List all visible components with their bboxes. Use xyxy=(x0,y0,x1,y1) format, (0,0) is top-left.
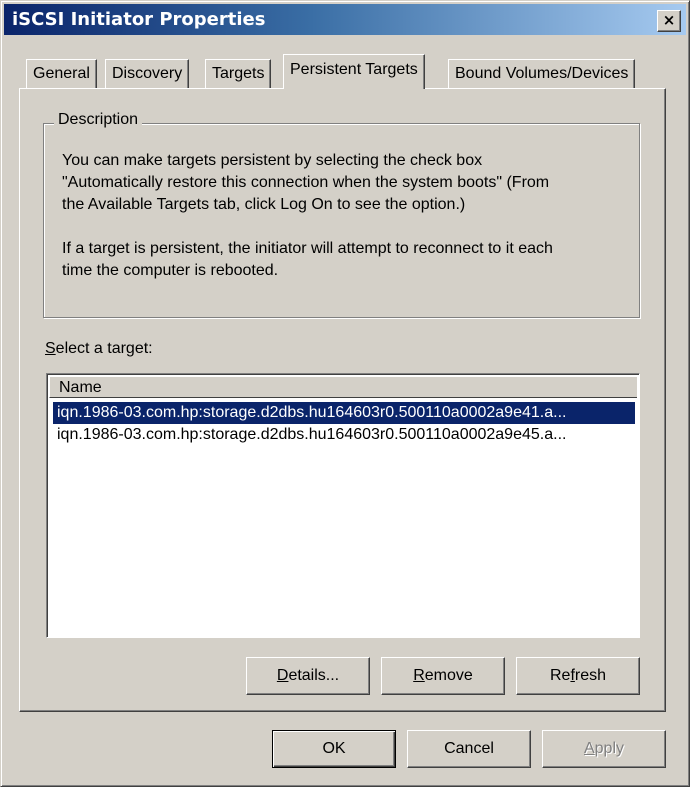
target-list[interactable]: Name iqn.1986-03.com.hp:storage.d2dbs.hu… xyxy=(46,373,640,638)
select-target-label: Select a target: xyxy=(45,340,153,358)
target-list-item-2[interactable]: iqn.1986-03.com.hp:storage.d2dbs.hu16460… xyxy=(53,424,635,446)
apply-mnemonic: A xyxy=(583,740,595,757)
refresh-label-pre: Re xyxy=(549,667,571,684)
cancel-label: Cancel xyxy=(444,740,494,757)
close-button[interactable]: × xyxy=(657,10,681,32)
window-title: iSCSI Initiator Properties xyxy=(12,9,266,30)
apply-label-rest: pply xyxy=(594,740,625,757)
remove-mnemonic: R xyxy=(413,667,425,684)
details-label-rest: etails... xyxy=(288,667,340,684)
column-header-name[interactable]: Name xyxy=(59,378,102,397)
description-line-5: time the computer is rebooted. xyxy=(62,262,279,279)
tab-discovery[interactable]: Discovery xyxy=(105,59,190,88)
description-line-3: the Available Targets tab, click Log On … xyxy=(62,196,466,213)
tab-targets[interactable]: Targets xyxy=(205,59,272,88)
tab-discovery-label: Discovery xyxy=(112,65,183,82)
tab-general-label: General xyxy=(33,65,90,82)
apply-button[interactable]: Apply xyxy=(542,730,666,768)
description-line-2: "Automatically restore this connection w… xyxy=(62,174,550,191)
tab-bound-volumes-devices[interactable]: Bound Volumes/Devices xyxy=(448,59,636,88)
details-button[interactable]: Details... xyxy=(246,657,370,695)
ok-label: OK xyxy=(322,740,346,757)
ok-button[interactable]: OK xyxy=(272,730,396,768)
refresh-button[interactable]: Refresh xyxy=(516,657,640,695)
select-target-label-rest: elect a target: xyxy=(55,340,153,357)
close-icon: × xyxy=(662,11,676,29)
description-legend: Description xyxy=(54,111,143,129)
tab-persistent-targets[interactable]: Persistent Targets xyxy=(283,54,425,89)
target-list-item-1[interactable]: iqn.1986-03.com.hp:storage.d2dbs.hu16460… xyxy=(53,402,635,424)
tab-bound-volumes-devices-label: Bound Volumes/Devices xyxy=(455,65,629,82)
details-mnemonic: D xyxy=(276,667,289,684)
description-line-1: You can make targets persistent by selec… xyxy=(62,152,483,169)
tab-persistent-targets-label: Persistent Targets xyxy=(290,61,418,78)
remove-button[interactable]: Remove xyxy=(381,657,505,695)
refresh-label-rest: resh xyxy=(574,667,607,684)
description-line-4: If a target is persistent, the initiator… xyxy=(62,240,553,257)
list-header: Name xyxy=(49,376,637,398)
tab-general[interactable]: General xyxy=(26,59,97,88)
remove-label-rest: emove xyxy=(424,667,473,684)
select-target-mnemonic: S xyxy=(45,340,56,357)
cancel-button[interactable]: Cancel xyxy=(407,730,531,768)
tab-targets-label: Targets xyxy=(212,65,265,82)
title-bar[interactable]: iSCSI Initiator Properties × xyxy=(4,4,686,35)
